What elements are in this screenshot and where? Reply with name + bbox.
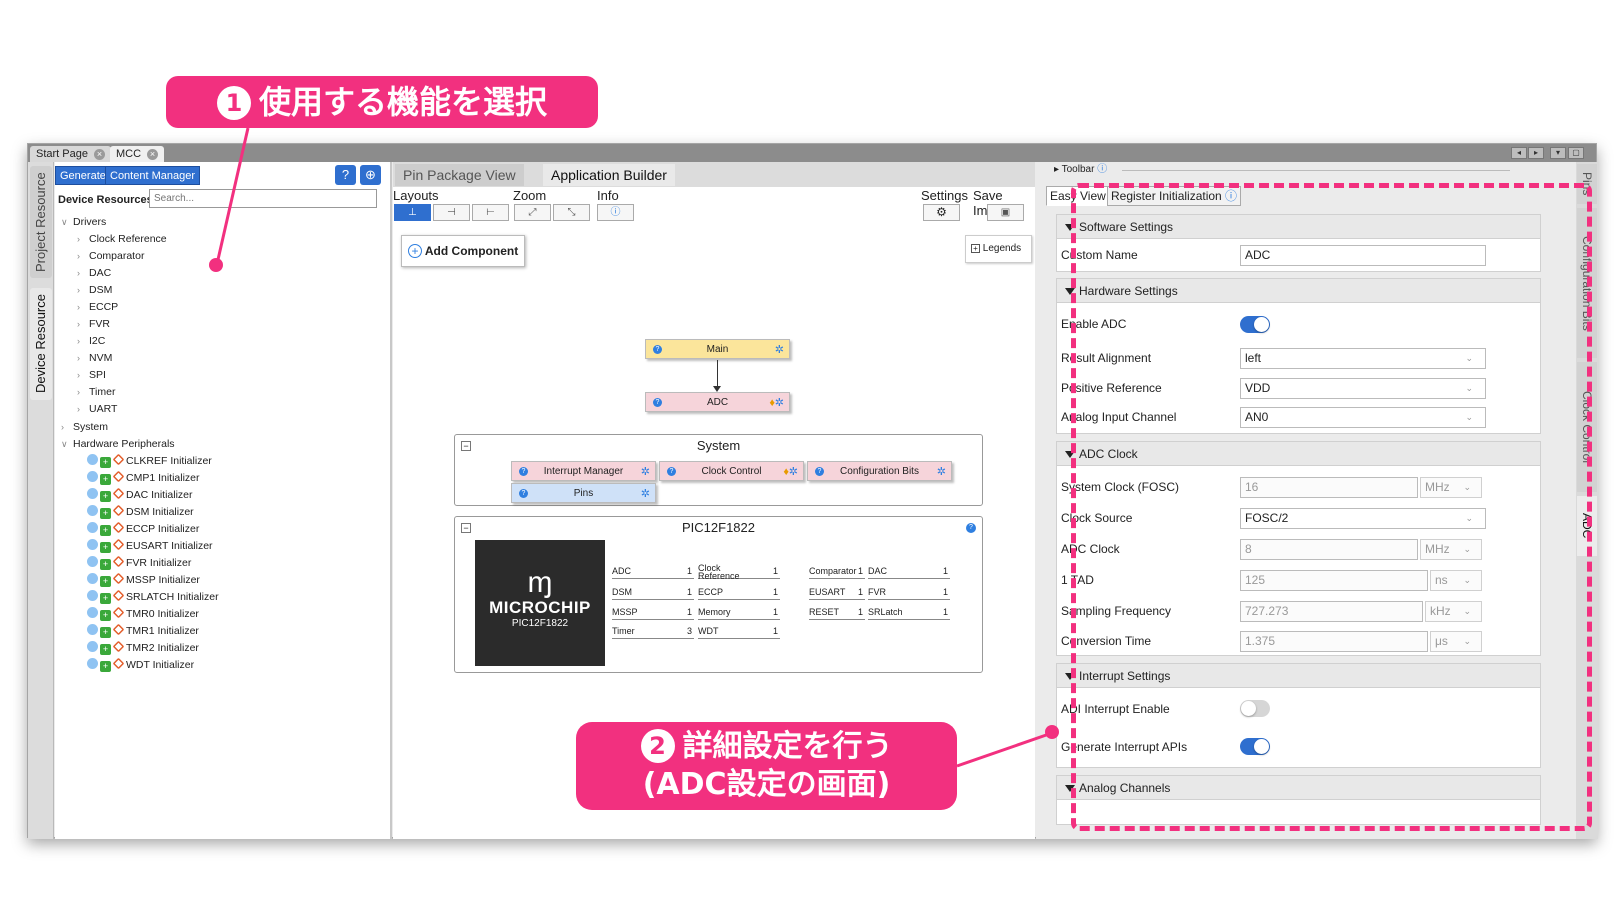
pointer-dot-1 xyxy=(209,258,223,272)
pointer-dot-2 xyxy=(1045,725,1059,739)
pointer-line-1 xyxy=(215,127,250,265)
step2-line2: (ADC設定の画面) xyxy=(642,767,891,802)
step2-text: 詳細設定を行う xyxy=(682,729,893,764)
callout-step2: 2 詳細設定を行う (ADC設定の画面) xyxy=(576,722,957,810)
step2-number: 2 xyxy=(640,729,675,763)
pointer-line-2 xyxy=(956,731,1053,768)
step2-line1: 2 詳細設定を行う xyxy=(576,728,957,766)
